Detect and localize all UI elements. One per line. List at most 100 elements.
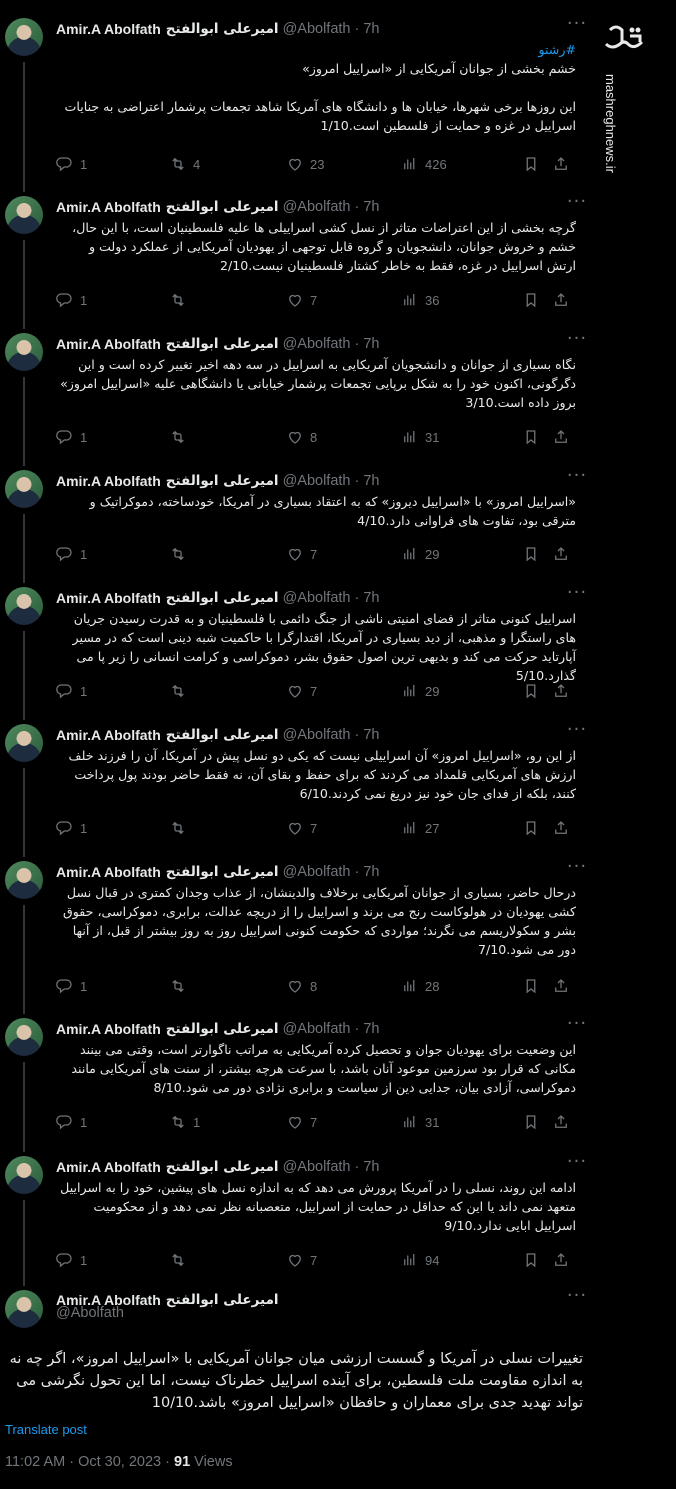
views-button[interactable]: 426 — [401, 154, 447, 174]
more-options-icon[interactable]: ··· — [566, 858, 588, 883]
views-button[interactable]: 29 — [401, 544, 439, 564]
avatar[interactable] — [5, 470, 43, 508]
more-options-icon[interactable]: ··· — [566, 467, 588, 492]
repost-button[interactable] — [169, 290, 193, 310]
author-name-en[interactable]: Amir.A Abolfath — [56, 590, 161, 606]
like-button[interactable]: 7 — [286, 1112, 317, 1132]
author-name-en[interactable]: Amir.A Abolfath — [56, 727, 161, 743]
avatar[interactable] — [5, 861, 43, 899]
author-name-fa[interactable]: امیرعلی ابوالفتح — [166, 1021, 279, 1037]
repost-button[interactable]: 1 — [169, 1112, 200, 1132]
reply-button[interactable]: 1 — [56, 976, 87, 996]
bookmark-button[interactable] — [522, 1112, 546, 1132]
bookmark-button[interactable] — [522, 818, 546, 838]
tweet-time[interactable]: 7h — [363, 199, 379, 215]
share-button[interactable] — [552, 1112, 576, 1132]
author-handle[interactable]: @Abolfath — [283, 473, 351, 489]
author-name-fa[interactable]: امیرعلی ابوالفتح — [166, 336, 279, 352]
tweet-time[interactable]: 7h — [363, 21, 379, 37]
repost-button[interactable] — [169, 818, 193, 838]
author-handle[interactable]: @Abolfath — [283, 336, 351, 352]
author-handle[interactable]: @Abolfath — [283, 1159, 351, 1175]
views-button[interactable]: 94 — [401, 1250, 439, 1270]
author-name-fa[interactable]: امیرعلی ابوالفتح — [166, 864, 279, 880]
reply-button[interactable]: 1 — [56, 818, 87, 838]
like-button[interactable]: 7 — [286, 544, 317, 564]
bookmark-button[interactable] — [522, 427, 546, 447]
author-name-fa[interactable]: امیرعلی ابوالفتح — [166, 1292, 279, 1308]
share-button[interactable] — [552, 1250, 576, 1270]
repost-button[interactable] — [169, 427, 193, 447]
bookmark-button[interactable] — [522, 681, 546, 701]
more-options-icon[interactable]: ··· — [566, 330, 588, 355]
author-handle[interactable]: @Abolfath — [56, 1305, 124, 1321]
author-name-fa[interactable]: امیرعلی ابوالفتح — [166, 199, 279, 215]
more-options-icon[interactable]: ··· — [566, 1153, 588, 1178]
tweet-time[interactable]: 7h — [363, 473, 379, 489]
share-button[interactable] — [552, 976, 576, 996]
author-name-en[interactable]: Amir.A Abolfath — [56, 199, 161, 215]
avatar[interactable] — [5, 1156, 43, 1194]
avatar[interactable] — [5, 724, 43, 762]
avatar[interactable] — [5, 1018, 43, 1056]
author-name-fa[interactable]: امیرعلی ابوالفتح — [166, 1159, 279, 1175]
reply-button[interactable]: 1 — [56, 1250, 87, 1270]
author-name-en[interactable]: Amir.A Abolfath — [56, 864, 161, 880]
more-options-icon[interactable]: ··· — [566, 721, 588, 746]
share-button[interactable] — [552, 681, 576, 701]
reply-button[interactable]: 1 — [56, 1112, 87, 1132]
like-button[interactable]: 7 — [286, 1250, 317, 1270]
share-button[interactable] — [552, 818, 576, 838]
like-button[interactable]: 23 — [286, 154, 324, 174]
reply-button[interactable]: 1 — [56, 544, 87, 564]
views-button[interactable]: 29 — [401, 681, 439, 701]
post-timestamp[interactable]: 11:02 AM · Oct 30, 2023 · — [5, 1454, 174, 1470]
author-name-en[interactable]: Amir.A Abolfath — [56, 1159, 161, 1175]
more-options-icon[interactable]: ··· — [566, 1015, 588, 1040]
repost-button[interactable] — [169, 976, 193, 996]
bookmark-button[interactable] — [522, 154, 546, 174]
like-button[interactable]: 8 — [286, 976, 317, 996]
author-name-en[interactable]: Amir.A Abolfath — [56, 336, 161, 352]
author-handle[interactable]: @Abolfath — [283, 1021, 351, 1037]
reply-button[interactable]: 1 — [56, 427, 87, 447]
author-name-fa[interactable]: امیرعلی ابوالفتح — [166, 590, 279, 606]
author-handle[interactable]: @Abolfath — [283, 727, 351, 743]
author-handle[interactable]: @Abolfath — [283, 864, 351, 880]
author-name-fa[interactable]: امیرعلی ابوالفتح — [166, 473, 279, 489]
author-handle[interactable]: @Abolfath — [283, 21, 351, 37]
hashtag-link[interactable]: #رشتو — [56, 40, 577, 59]
bookmark-button[interactable] — [522, 544, 546, 564]
bookmark-button[interactable] — [522, 1250, 546, 1270]
views-button[interactable]: 31 — [401, 1112, 439, 1132]
like-button[interactable]: 8 — [286, 427, 317, 447]
translate-post-link[interactable]: Translate post — [5, 1422, 87, 1437]
tweet-time[interactable]: 7h — [363, 1021, 379, 1037]
repost-button[interactable] — [169, 681, 193, 701]
tweet-time[interactable]: 7h — [363, 590, 379, 606]
bookmark-button[interactable] — [522, 976, 546, 996]
avatar[interactable] — [5, 196, 43, 234]
tweet-time[interactable]: 7h — [363, 336, 379, 352]
share-button[interactable] — [552, 427, 576, 447]
like-button[interactable]: 7 — [286, 681, 317, 701]
bookmark-button[interactable] — [522, 290, 546, 310]
reply-button[interactable]: 1 — [56, 681, 87, 701]
author-handle[interactable]: @Abolfath — [283, 590, 351, 606]
avatar[interactable] — [5, 587, 43, 625]
avatar[interactable] — [5, 18, 43, 56]
share-button[interactable] — [552, 154, 576, 174]
repost-button[interactable]: 4 — [169, 154, 200, 174]
avatar[interactable] — [5, 333, 43, 371]
repost-button[interactable] — [169, 1250, 193, 1270]
share-button[interactable] — [552, 290, 576, 310]
avatar[interactable] — [5, 1290, 43, 1328]
views-button[interactable]: 27 — [401, 818, 439, 838]
author-name-en[interactable]: Amir.A Abolfath — [56, 473, 161, 489]
like-button[interactable]: 7 — [286, 818, 317, 838]
views-button[interactable]: 28 — [401, 976, 439, 996]
views-button[interactable]: 36 — [401, 290, 439, 310]
author-handle[interactable]: @Abolfath — [283, 199, 351, 215]
views-button[interactable]: 31 — [401, 427, 439, 447]
more-options-icon[interactable]: ··· — [566, 1287, 588, 1312]
